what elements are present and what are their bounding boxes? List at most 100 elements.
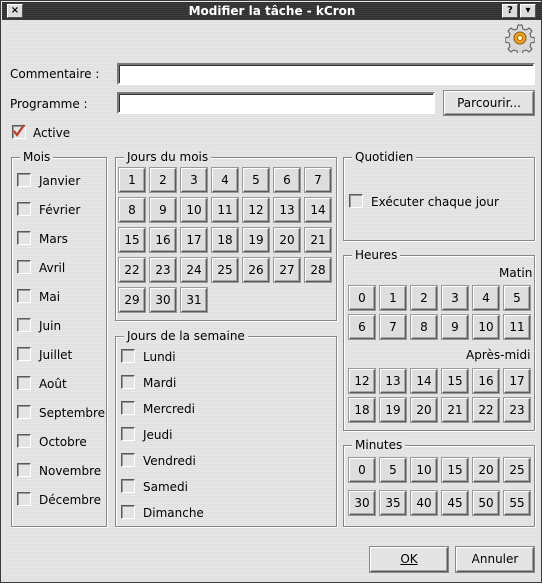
day-of-month-button-26[interactable]: 26 xyxy=(243,258,269,282)
cancel-button[interactable]: Annuler xyxy=(456,547,534,572)
day-of-month-button-16[interactable]: 16 xyxy=(150,228,176,252)
day-of-month-button-12[interactable]: 12 xyxy=(243,198,269,222)
minute-button-35[interactable]: 35 xyxy=(380,491,406,515)
weekday-checkbox-7[interactable] xyxy=(121,505,135,519)
day-of-month-button-8[interactable]: 8 xyxy=(119,198,145,222)
hour-button-19[interactable]: 19 xyxy=(380,398,406,422)
ok-button[interactable]: OK xyxy=(370,547,448,572)
browse-button[interactable]: Parcourir... xyxy=(444,91,534,115)
day-of-month-button-28[interactable]: 28 xyxy=(305,258,331,282)
day-of-month-button-5[interactable]: 5 xyxy=(243,168,269,192)
weekday-checkbox-2[interactable] xyxy=(121,375,135,389)
window-menu-button[interactable]: ▾ xyxy=(520,4,536,18)
hour-button-11[interactable]: 11 xyxy=(504,315,530,339)
month-label: Décembre xyxy=(39,493,101,507)
month-checkbox-12[interactable] xyxy=(17,492,31,506)
hour-button-18[interactable]: 18 xyxy=(349,398,375,422)
day-of-month-button-21[interactable]: 21 xyxy=(305,228,331,252)
program-input[interactable] xyxy=(117,92,435,114)
kcron-gear-icon xyxy=(505,24,535,53)
minute-button-25[interactable]: 25 xyxy=(504,458,530,482)
day-of-month-button-15[interactable]: 15 xyxy=(119,228,145,252)
hour-button-21[interactable]: 21 xyxy=(442,398,468,422)
minute-button-50[interactable]: 50 xyxy=(473,491,499,515)
minute-button-20[interactable]: 20 xyxy=(473,458,499,482)
title-bar[interactable]: × Modifier la tâche - kCron ? ▾ xyxy=(2,2,542,20)
hour-button-4[interactable]: 4 xyxy=(473,286,499,310)
day-of-month-button-3[interactable]: 3 xyxy=(181,168,207,192)
day-of-month-button-27[interactable]: 27 xyxy=(274,258,300,282)
minute-button-40[interactable]: 40 xyxy=(411,491,437,515)
hour-button-0[interactable]: 0 xyxy=(349,286,375,310)
hour-button-23[interactable]: 23 xyxy=(504,398,530,422)
hour-button-10[interactable]: 10 xyxy=(473,315,499,339)
hour-button-17[interactable]: 17 xyxy=(504,369,530,393)
hour-button-14[interactable]: 14 xyxy=(411,369,437,393)
day-of-month-button-1[interactable]: 1 xyxy=(119,168,145,192)
minute-button-30[interactable]: 30 xyxy=(349,491,375,515)
hour-button-13[interactable]: 13 xyxy=(380,369,406,393)
month-checkbox-9[interactable] xyxy=(17,405,31,419)
day-of-month-button-30[interactable]: 30 xyxy=(150,288,176,312)
weekday-checkbox-6[interactable] xyxy=(121,479,135,493)
month-checkbox-5[interactable] xyxy=(17,289,31,303)
month-label: Avril xyxy=(39,261,66,275)
day-of-month-button-24[interactable]: 24 xyxy=(181,258,207,282)
day-of-month-button-31[interactable]: 31 xyxy=(181,288,207,312)
month-checkbox-11[interactable] xyxy=(17,463,31,477)
day-of-month-button-6[interactable]: 6 xyxy=(274,168,300,192)
day-of-month-button-25[interactable]: 25 xyxy=(212,258,238,282)
day-of-month-button-29[interactable]: 29 xyxy=(119,288,145,312)
day-of-month-button-10[interactable]: 10 xyxy=(181,198,207,222)
month-checkbox-10[interactable] xyxy=(17,434,31,448)
hour-button-3[interactable]: 3 xyxy=(442,286,468,310)
run-every-day-checkbox[interactable] xyxy=(349,194,363,208)
weekday-checkbox-5[interactable] xyxy=(121,453,135,467)
day-of-month-button-19[interactable]: 19 xyxy=(243,228,269,252)
day-of-month-button-13[interactable]: 13 xyxy=(274,198,300,222)
month-checkbox-1[interactable] xyxy=(17,173,31,187)
active-checkbox[interactable] xyxy=(12,124,26,139)
minute-button-15[interactable]: 15 xyxy=(442,458,468,482)
hour-button-9[interactable]: 9 xyxy=(442,315,468,339)
minute-button-55[interactable]: 55 xyxy=(504,491,530,515)
day-of-month-button-14[interactable]: 14 xyxy=(305,198,331,222)
month-checkbox-6[interactable] xyxy=(17,318,31,332)
day-of-month-button-9[interactable]: 9 xyxy=(150,198,176,222)
month-label: Janvier xyxy=(39,174,81,188)
minute-button-45[interactable]: 45 xyxy=(442,491,468,515)
minute-button-5[interactable]: 5 xyxy=(380,458,406,482)
day-of-month-button-7[interactable]: 7 xyxy=(305,168,331,192)
day-of-month-button-23[interactable]: 23 xyxy=(150,258,176,282)
minute-button-0[interactable]: 0 xyxy=(349,458,375,482)
day-of-month-button-4[interactable]: 4 xyxy=(212,168,238,192)
day-of-month-button-18[interactable]: 18 xyxy=(212,228,238,252)
month-checkbox-3[interactable] xyxy=(17,231,31,245)
hour-button-15[interactable]: 15 xyxy=(442,369,468,393)
weekday-checkbox-1[interactable] xyxy=(121,349,135,363)
month-checkbox-8[interactable] xyxy=(17,376,31,390)
month-checkbox-4[interactable] xyxy=(17,260,31,274)
month-checkbox-7[interactable] xyxy=(17,347,31,361)
hour-button-12[interactable]: 12 xyxy=(349,369,375,393)
hour-button-6[interactable]: 6 xyxy=(349,315,375,339)
day-of-month-button-2[interactable]: 2 xyxy=(150,168,176,192)
comment-input[interactable] xyxy=(117,63,535,85)
hour-button-1[interactable]: 1 xyxy=(380,286,406,310)
month-checkbox-2[interactable] xyxy=(17,202,31,216)
minute-button-10[interactable]: 10 xyxy=(411,458,437,482)
hour-button-22[interactable]: 22 xyxy=(473,398,499,422)
hour-button-8[interactable]: 8 xyxy=(411,315,437,339)
day-of-month-button-11[interactable]: 11 xyxy=(212,198,238,222)
hour-button-16[interactable]: 16 xyxy=(473,369,499,393)
weekday-checkbox-4[interactable] xyxy=(121,427,135,441)
day-of-month-button-20[interactable]: 20 xyxy=(274,228,300,252)
day-of-month-button-17[interactable]: 17 xyxy=(181,228,207,252)
hour-button-7[interactable]: 7 xyxy=(380,315,406,339)
hour-button-20[interactable]: 20 xyxy=(411,398,437,422)
hour-button-2[interactable]: 2 xyxy=(411,286,437,310)
weekday-checkbox-3[interactable] xyxy=(121,401,135,415)
help-button[interactable]: ? xyxy=(502,4,518,18)
hour-button-5[interactable]: 5 xyxy=(504,286,530,310)
day-of-month-button-22[interactable]: 22 xyxy=(119,258,145,282)
